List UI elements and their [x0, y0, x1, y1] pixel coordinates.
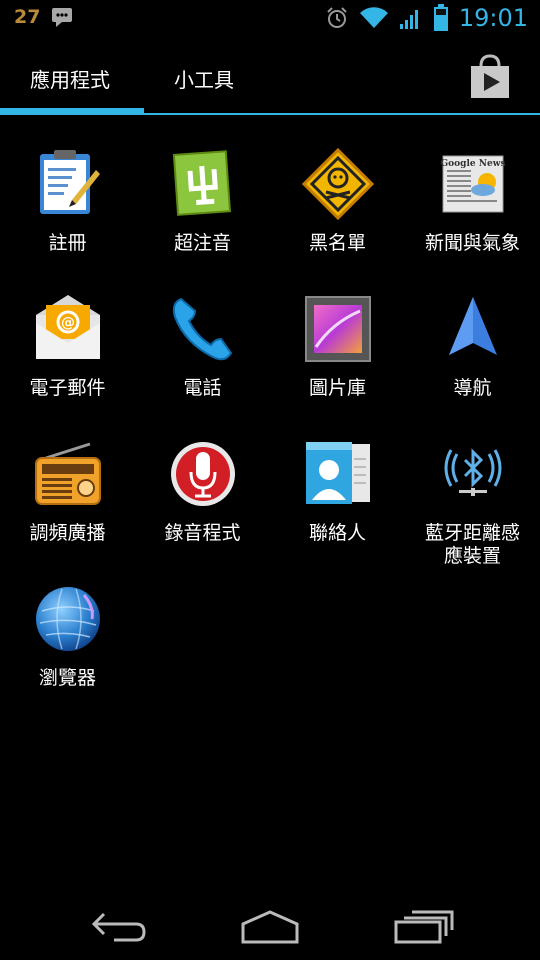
- app-label: 新聞與氣象: [424, 232, 520, 254]
- alarm-clock-icon: [327, 7, 347, 28]
- app-label: 調頻廣播: [29, 522, 106, 544]
- blacklist-sign-icon: [301, 148, 374, 220]
- app-label: 瀏覽器: [38, 667, 96, 689]
- status-bar-left: 27: [14, 6, 74, 28]
- wifi-icon: [359, 7, 388, 29]
- tab-apps[interactable]: 應用程式: [30, 64, 110, 93]
- zhuyin-keyboard-icon: [172, 150, 231, 216]
- app-label: 聯絡人: [308, 522, 366, 544]
- email-envelope-icon: @: [35, 295, 100, 359]
- notification-count: 27: [14, 6, 41, 28]
- app-label: 圖片庫: [308, 377, 366, 399]
- phone-handset-icon: [172, 297, 232, 361]
- notepad-register-icon: [39, 150, 100, 214]
- app-fm-radio[interactable]: 調頻廣播: [0, 430, 135, 570]
- app-label: 藍牙距離感 應裝置: [424, 522, 520, 567]
- app-browser[interactable]: 瀏覽器: [0, 575, 135, 715]
- voice-recorder-icon: [170, 442, 235, 506]
- recent-apps-icon[interactable]: [390, 906, 460, 946]
- navigation-bar: [0, 890, 540, 960]
- app-gallery[interactable]: 圖片庫: [270, 285, 405, 425]
- app-contacts[interactable]: 聯絡人: [270, 430, 405, 570]
- app-zhuyin[interactable]: 超注音: [135, 140, 270, 280]
- status-bar-right: 19:01: [325, 4, 528, 32]
- battery-icon: [433, 4, 448, 31]
- app-label: 導航: [453, 377, 492, 399]
- back-icon[interactable]: [84, 906, 154, 946]
- bluetooth-icon: [444, 448, 501, 496]
- sms-notification-icon: [52, 8, 73, 27]
- clock-time: 19:01: [458, 4, 528, 32]
- svg-text:@: @: [61, 315, 75, 331]
- tab-bar: 應用程式 小工具: [0, 38, 540, 116]
- app-label: 電子郵件: [29, 377, 106, 399]
- svg-text:Google News: Google News: [440, 159, 505, 169]
- app-phone[interactable]: 電話: [135, 285, 270, 425]
- app-label: 黑名單: [308, 232, 366, 254]
- app-label: 超注音: [173, 232, 231, 254]
- app-bluetooth-proximity[interactable]: 藍牙距離感 應裝置: [405, 430, 540, 570]
- signal-icon: [399, 10, 418, 29]
- tab-active-indicator: [0, 108, 144, 115]
- home-icon[interactable]: [235, 906, 305, 946]
- app-blacklist[interactable]: 黑名單: [270, 140, 405, 280]
- app-navigation[interactable]: 導航: [405, 285, 540, 425]
- navigation-arrow-icon: [448, 297, 497, 355]
- app-label: 註冊: [48, 232, 87, 254]
- play-store-icon[interactable]: [468, 54, 512, 100]
- google-news-icon: Google News: [440, 155, 505, 213]
- app-label: 錄音程式: [164, 522, 241, 544]
- fm-radio-icon: [34, 442, 101, 505]
- app-label: 電話: [183, 377, 222, 399]
- tab-widgets[interactable]: 小工具: [174, 64, 234, 93]
- app-voice-recorder[interactable]: 錄音程式: [135, 430, 270, 570]
- app-register[interactable]: 註冊: [0, 140, 135, 280]
- status-bar: 27 19:01: [0, 0, 540, 38]
- contacts-icon: [305, 442, 370, 504]
- gallery-icon: [304, 296, 371, 362]
- browser-globe-icon: [35, 587, 100, 651]
- app-email[interactable]: @ 電子郵件: [0, 285, 135, 425]
- app-news-weather[interactable]: Google News 新聞與氣象: [405, 140, 540, 280]
